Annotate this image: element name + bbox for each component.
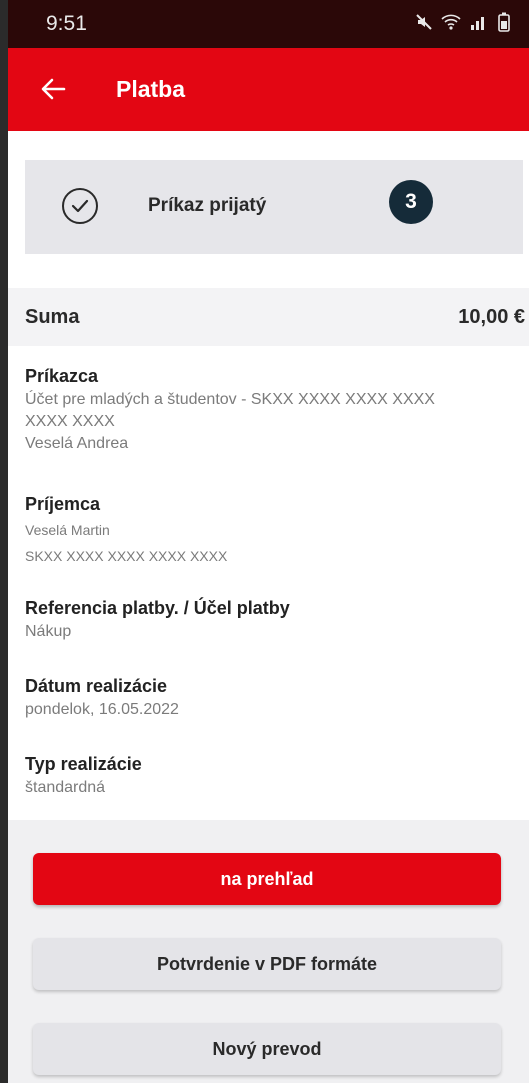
check-circle-icon — [62, 188, 98, 224]
status-icons — [415, 12, 511, 32]
order-status-text: Príkaz prijatý — [148, 195, 267, 216]
date-value: pondelok, 16.05.2022 — [25, 701, 179, 718]
payer-heading: Príkazca — [25, 366, 99, 386]
signal-icon — [471, 17, 484, 30]
payer-account-line: Účet pre mladých a študentov - SKXX XXXX… — [25, 391, 435, 408]
page-title: Platba — [116, 76, 186, 102]
recipient-heading: Príjemca — [25, 494, 101, 514]
clock: 9:51 — [46, 12, 87, 35]
new-transfer-button[interactable]: Nový prevod — [33, 1023, 501, 1075]
execution-type-section: Typ realizácie štandardná — [25, 754, 520, 799]
reference-heading: Referencia platby. / Účel platby — [25, 598, 290, 618]
amount-value: 10,00 € — [458, 306, 525, 328]
pdf-confirmation-button[interactable]: Potvrdenie v PDF formáte — [33, 938, 501, 990]
date-section: Dátum realizácie pondelok, 16.05.2022 — [25, 676, 520, 721]
recipient-name: Veselá Martin — [25, 522, 110, 538]
overview-button[interactable]: na prehľad — [33, 853, 501, 905]
amount-label: Suma — [25, 306, 80, 328]
wifi-icon — [441, 14, 461, 30]
system-status-bar: 9:51 — [8, 0, 529, 48]
mute-icon — [416, 14, 432, 30]
payer-section: Príkazca Účet pre mladých a študentov - … — [25, 366, 520, 455]
recipient-section: Príjemca Veselá Martin SKXX XXXX XXXX XX… — [25, 494, 520, 567]
app-bar: Platba — [8, 48, 529, 131]
step-badge: 3 — [389, 180, 433, 224]
app-screen: 9:51 Platba Príkaz prijatý 3 Suma 10,00 … — [8, 0, 529, 1083]
actions-area: na prehľad Potvrdenie v PDF formáte Nový… — [8, 820, 529, 1083]
back-button[interactable] — [36, 72, 70, 106]
arrow-left-icon — [41, 78, 66, 100]
reference-section: Referencia platby. / Účel platby Nákup — [25, 598, 520, 643]
execution-type-heading: Typ realizácie — [25, 754, 142, 774]
recipient-iban: SKXX XXXX XXXX XXXX XXXX — [25, 548, 228, 564]
amount-row: Suma 10,00 € — [8, 288, 529, 346]
battery-icon — [498, 12, 510, 32]
payment-details: Príkazca Účet pre mladých a študentov - … — [8, 346, 529, 820]
reference-value: Nákup — [25, 623, 72, 640]
payer-name: Veselá Andrea — [25, 435, 129, 452]
payer-account-line-2: XXXX XXXX — [25, 413, 115, 430]
payer-account: Účet pre mladých a študentov - SKXX XXXX… — [25, 389, 520, 433]
order-status-card: Príkaz prijatý — [25, 160, 523, 254]
execution-type-value: štandardná — [25, 779, 106, 796]
date-heading: Dátum realizácie — [25, 676, 168, 696]
